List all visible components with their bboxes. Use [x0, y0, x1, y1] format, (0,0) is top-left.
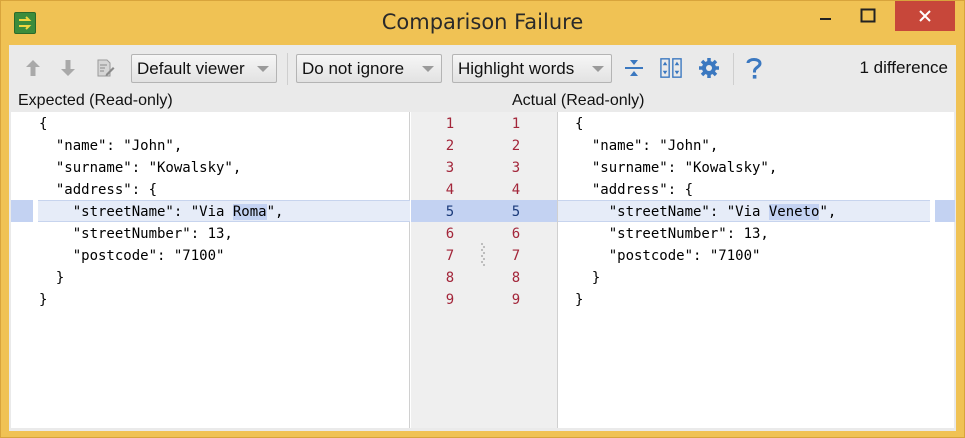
right-line-number: 3: [511, 160, 521, 176]
comparison-failure-window: Comparison Failure Default viewer Do not…: [0, 0, 965, 438]
ignore-select-value: Do not ignore: [302, 59, 405, 78]
actual-editor[interactable]: { "name": "John", "surname": "Kowalsky",…: [557, 112, 955, 428]
maximize-button[interactable]: [851, 1, 885, 31]
changed-code-line: "streetName": "Via Roma",: [39, 201, 283, 223]
code-line: "address": {: [575, 182, 694, 198]
right-line-number: 4: [511, 182, 521, 198]
code-line: {: [575, 116, 584, 132]
collapse-unchanged-button[interactable]: [623, 57, 645, 79]
highlight-select-value: Highlight words: [458, 59, 575, 78]
code-segment: ",: [266, 204, 284, 220]
difference-count: 1 difference: [859, 58, 948, 77]
chevron-down-icon: [422, 66, 434, 72]
left-line-number: 3: [445, 160, 455, 176]
code-line: "surname": "Kowalsky",: [575, 160, 778, 176]
right-line-number: 2: [511, 138, 521, 154]
right-line-number: 1: [511, 116, 521, 132]
settings-button[interactable]: [698, 57, 720, 79]
left-line-number: 4: [445, 182, 455, 198]
sync-scroll-icon: [660, 58, 682, 78]
left-line-number: 5: [445, 204, 455, 220]
client-area: Default viewer Do not ignore Highlight w…: [9, 45, 956, 431]
next-difference-button[interactable]: [57, 57, 79, 79]
code-line: "address": {: [39, 182, 158, 198]
code-line: "postcode": "7100": [39, 248, 225, 264]
arrow-down-icon: [61, 60, 75, 76]
toolbar: Default viewer Do not ignore Highlight w…: [9, 45, 956, 91]
code-line: "name": "John",: [39, 138, 183, 154]
code-line: "name": "John",: [575, 138, 719, 154]
changed-code-line: "streetName": "Via Veneto",: [575, 201, 836, 223]
left-line-number: 6: [445, 226, 455, 242]
right-line-number: 5: [511, 204, 521, 220]
code-segment: ",: [819, 204, 837, 220]
help-icon: [746, 58, 762, 79]
code-line: "surname": "Kowalsky",: [39, 160, 242, 176]
viewer-select[interactable]: Default viewer: [131, 54, 277, 83]
help-button[interactable]: [743, 57, 765, 79]
changed-line-marker: [935, 200, 955, 222]
code-line: }: [39, 270, 65, 286]
prev-difference-button[interactable]: [22, 57, 44, 79]
gear-icon: [699, 58, 719, 78]
ignore-select[interactable]: Do not ignore: [296, 54, 442, 83]
edit-source-button[interactable]: [94, 57, 116, 79]
sync-scroll-button[interactable]: [660, 57, 682, 79]
expected-pane-label: Expected (Read-only): [18, 92, 173, 109]
toolbar-separator: [733, 53, 734, 85]
code-line: "streetNumber": 13,: [39, 226, 233, 242]
minimize-button[interactable]: [809, 1, 843, 31]
chevron-down-icon: [257, 66, 269, 72]
chevron-down-icon: [592, 66, 604, 72]
title-bar[interactable]: Comparison Failure: [1, 1, 964, 45]
changed-line-marker: [11, 200, 33, 222]
right-line-number: 7: [511, 248, 521, 264]
left-line-number: 9: [445, 292, 455, 308]
left-line-number: 1: [445, 116, 455, 132]
changed-word: Veneto: [768, 204, 820, 220]
divider-grip-icon[interactable]: [481, 243, 485, 267]
code-line: "streetNumber": 13,: [575, 226, 769, 242]
left-line-number: 2: [445, 138, 455, 154]
close-button[interactable]: [895, 1, 955, 31]
right-line-number: 6: [511, 226, 521, 242]
code-segment: "streetName": "Via: [575, 204, 769, 220]
close-icon: [919, 10, 931, 22]
right-line-number: 9: [511, 292, 521, 308]
edit-source-icon: [97, 59, 115, 77]
code-segment: "streetName": "Via: [39, 204, 233, 220]
changed-line-gutter-highlight: [411, 200, 557, 222]
left-line-number: 7: [445, 248, 455, 264]
diff-gutter: 1 2 3 4 5 6 7 8 9 1 2 3 4 5 6 7 8 9: [411, 112, 557, 428]
code-line: {: [39, 116, 48, 132]
code-line: }: [39, 292, 48, 308]
left-line-number: 8: [445, 270, 455, 286]
code-line: "postcode": "7100": [575, 248, 761, 264]
code-line: }: [575, 270, 601, 286]
viewer-select-value: Default viewer: [137, 59, 245, 78]
arrow-up-icon: [26, 60, 40, 76]
maximize-icon: [860, 8, 876, 23]
minimize-icon: [820, 18, 831, 20]
highlight-select[interactable]: Highlight words: [452, 54, 612, 83]
diff-editor-area: { "name": "John", "surname": "Kowalsky",…: [11, 112, 955, 428]
collapse-unchanged-icon: [625, 60, 643, 76]
actual-pane-label: Actual (Read-only): [512, 92, 645, 109]
expected-editor[interactable]: { "name": "John", "surname": "Kowalsky",…: [11, 112, 410, 428]
toolbar-separator: [287, 53, 288, 85]
right-line-number: 8: [511, 270, 521, 286]
code-line: }: [575, 292, 584, 308]
changed-word: Roma: [232, 204, 267, 220]
